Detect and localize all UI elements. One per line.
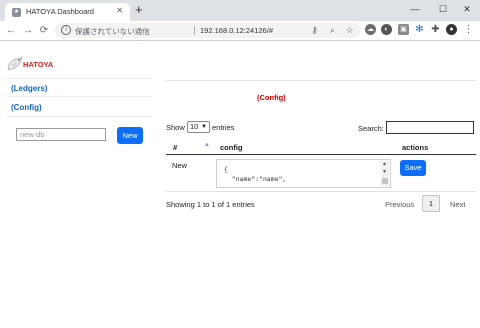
close-window-button[interactable]: ✕ bbox=[459, 2, 475, 16]
column-header-actions[interactable]: actions bbox=[402, 143, 428, 152]
pigeon-logo-icon bbox=[7, 56, 23, 71]
brand-name: HATOYA bbox=[23, 60, 54, 69]
forward-icon[interactable]: → bbox=[22, 24, 34, 37]
pagination-previous[interactable]: Previous bbox=[385, 200, 414, 209]
search-label: Search: bbox=[358, 124, 384, 133]
sidebar-item-ledgers[interactable]: (Ledgers) bbox=[11, 84, 47, 93]
sidebar-divider bbox=[6, 116, 152, 117]
column-header-config[interactable]: config bbox=[220, 143, 243, 152]
puzzle-icon[interactable]: ✚ bbox=[430, 24, 441, 35]
zoom-icon[interactable]: ⌕ bbox=[327, 24, 338, 37]
config-textarea[interactable]: { "name":"name", ▲ ▼ bbox=[216, 159, 391, 188]
entries-select[interactable]: 10 ▼ bbox=[187, 121, 210, 133]
column-header-index[interactable]: # bbox=[173, 143, 177, 152]
table-header-divider bbox=[166, 154, 476, 155]
textarea-scrollbar[interactable]: ▲ ▼ bbox=[381, 161, 389, 186]
star-icon[interactable]: ☆ bbox=[344, 24, 355, 37]
security-status: 保護されていない通信 bbox=[75, 27, 150, 36]
browser-toolbar: ← → ⟳ i 保護されていない通信 192.168.0.12:24126/# … bbox=[0, 21, 480, 41]
scroll-down-icon[interactable]: ▼ bbox=[382, 169, 387, 175]
search-input[interactable] bbox=[386, 121, 474, 134]
new-db-input[interactable] bbox=[16, 128, 106, 141]
minimize-button[interactable]: — bbox=[407, 2, 423, 16]
back-icon[interactable]: ← bbox=[5, 24, 17, 37]
url-text[interactable]: 192.168.0.12:24126/# bbox=[200, 26, 273, 35]
table-info: Showing 1 to 1 of 1 entries bbox=[166, 200, 255, 209]
chevron-down-icon: ▼ bbox=[201, 124, 207, 130]
sidebar-divider bbox=[6, 78, 152, 79]
entries-select-value: 10 bbox=[190, 122, 199, 131]
entries-label: entries bbox=[212, 123, 235, 132]
circle-icon[interactable]: ◐ bbox=[381, 24, 392, 35]
pagination-next[interactable]: Next bbox=[450, 200, 465, 209]
menu-icon[interactable]: ⋮ bbox=[463, 24, 474, 35]
config-text: { "name":"name", bbox=[224, 166, 287, 183]
info-icon[interactable]: i bbox=[61, 25, 71, 35]
tab-strip: ★ HATOYA Dashboard ✕ + — ☐ ✕ bbox=[0, 0, 480, 21]
cloud-icon[interactable]: ☁ bbox=[365, 24, 376, 35]
maximize-button[interactable]: ☐ bbox=[435, 2, 451, 16]
gear-icon[interactable]: ✻ bbox=[414, 24, 425, 35]
table-bottom-divider bbox=[166, 191, 476, 192]
omnibox-divider bbox=[194, 26, 195, 35]
new-db-button[interactable]: New bbox=[117, 127, 143, 144]
tab-title: HATOYA Dashboard bbox=[26, 7, 94, 16]
scroll-up-icon[interactable]: ▲ bbox=[382, 161, 387, 167]
address-bar[interactable]: i 保護されていない通信 192.168.0.12:24126/# ⚷ ⌕ ☆ bbox=[55, 23, 361, 38]
profile-icon[interactable]: ● bbox=[446, 24, 457, 35]
page-title: (Config) bbox=[257, 93, 286, 102]
sort-asc-icon: ▲ bbox=[204, 142, 210, 148]
pagination-page-1[interactable]: 1 bbox=[422, 195, 440, 212]
main-panel: (Config) Show 10 ▼ entries Search: # ▲ c… bbox=[166, 42, 480, 328]
sidebar-divider bbox=[6, 96, 152, 97]
page-content: HATOYA (Ledgers) (Config) New (Config) S… bbox=[0, 42, 480, 328]
sidebar-item-config[interactable]: (Config) bbox=[11, 103, 42, 112]
header-divider bbox=[166, 80, 476, 81]
save-button[interactable]: Save bbox=[400, 160, 426, 176]
show-label: Show bbox=[166, 123, 185, 132]
reload-icon[interactable]: ⟳ bbox=[38, 24, 50, 37]
tab-close-icon[interactable]: ✕ bbox=[116, 6, 123, 15]
favicon-icon: ★ bbox=[12, 8, 21, 17]
sidebar: HATOYA (Ledgers) (Config) New bbox=[0, 42, 152, 328]
key-icon[interactable]: ⚷ bbox=[309, 24, 320, 37]
square-icon[interactable]: ▣ bbox=[398, 24, 409, 35]
browser-tab[interactable]: ★ HATOYA Dashboard ✕ bbox=[5, 3, 130, 21]
row-name-cell: New bbox=[172, 161, 188, 170]
scroll-thumb[interactable] bbox=[382, 178, 388, 184]
new-tab-button[interactable]: + bbox=[135, 3, 143, 17]
